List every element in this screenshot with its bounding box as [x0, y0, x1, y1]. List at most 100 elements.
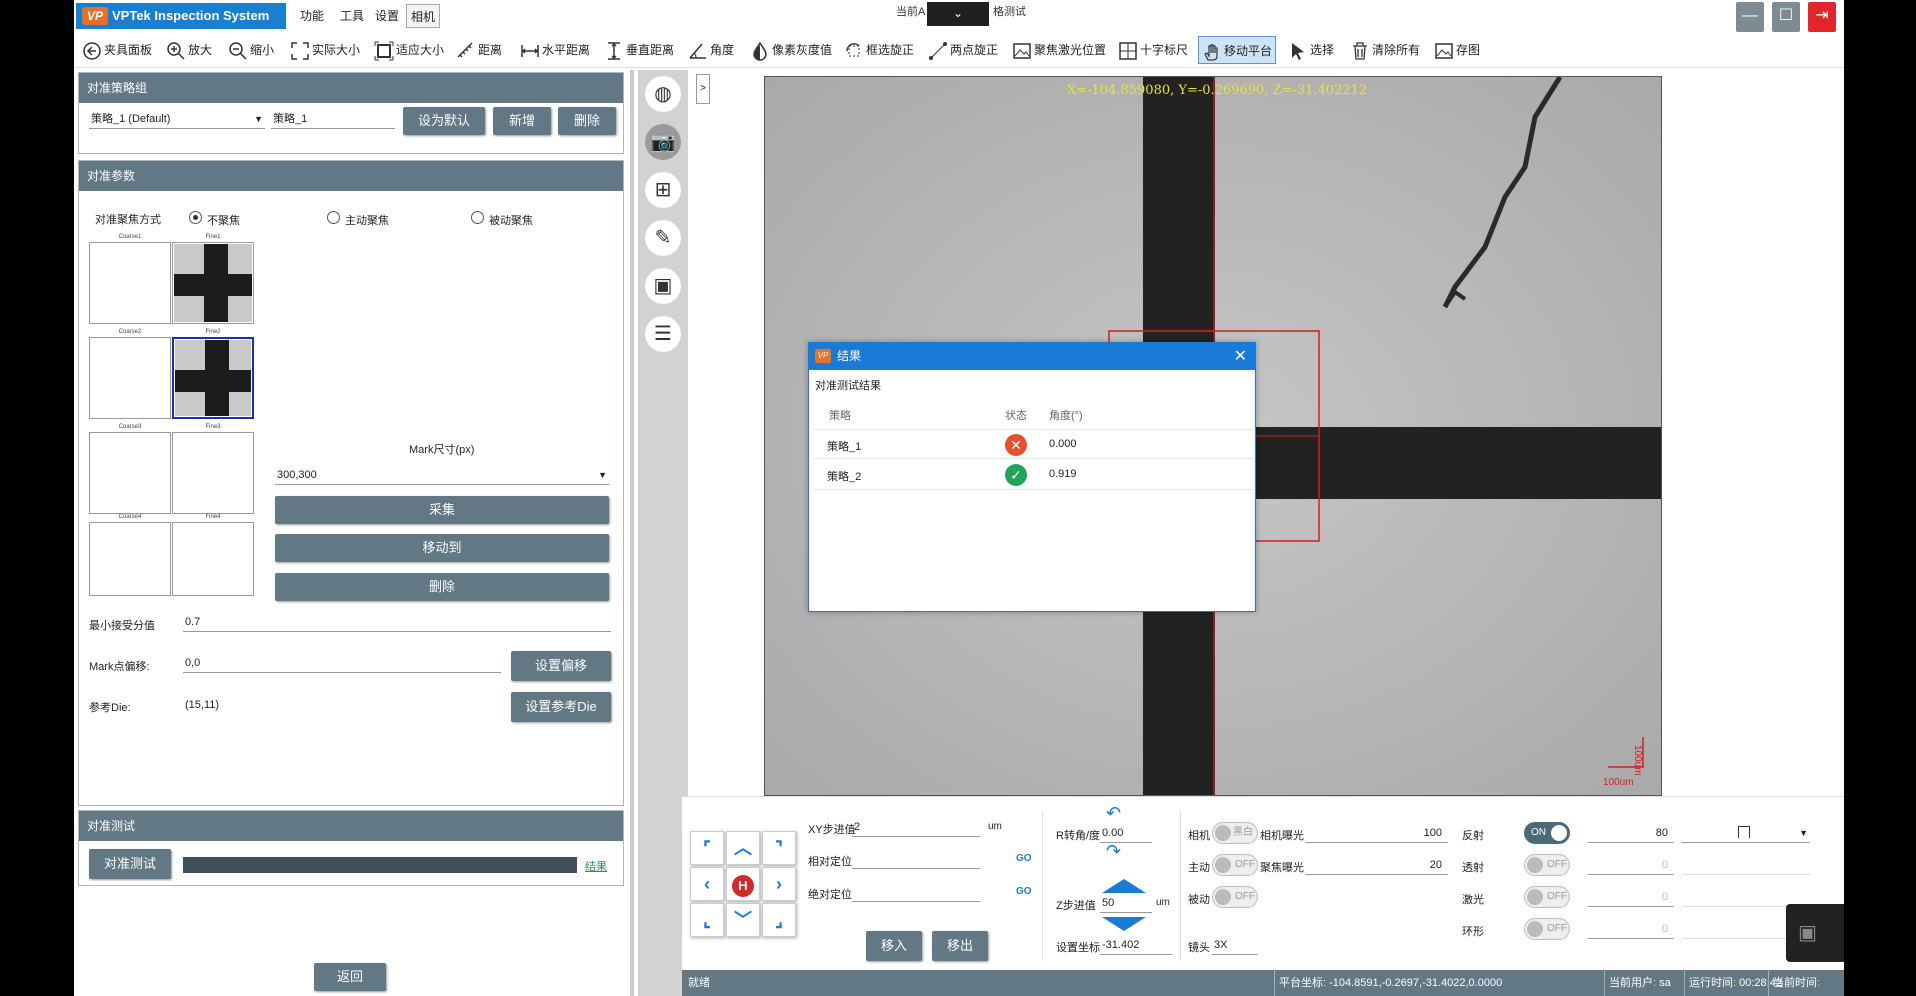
select-button[interactable]: 选择: [1288, 36, 1334, 64]
fine2-mark[interactable]: [172, 337, 254, 419]
camera-color-toggle[interactable]: 黑白: [1212, 822, 1258, 844]
focus-exposure-input[interactable]: 20: [1306, 855, 1448, 875]
reflect-value[interactable]: 80: [1588, 823, 1674, 843]
move-down-left-button[interactable]: ⌞: [690, 903, 724, 937]
delete-mark-button[interactable]: 删除: [275, 573, 609, 601]
min-score-input[interactable]: 0.7: [183, 612, 611, 632]
vertical-distance-button[interactable]: 垂直距离: [604, 36, 674, 64]
coarse4-mark[interactable]: [89, 522, 171, 596]
set-ref-die-button[interactable]: 设置参考Die: [511, 692, 611, 722]
two-point-rotate-button[interactable]: 两点旋正: [928, 36, 998, 64]
laser-value[interactable]: 0: [1588, 887, 1674, 907]
ring-value[interactable]: 0: [1588, 919, 1674, 939]
horizontal-distance-button[interactable]: 水平距离: [520, 36, 590, 64]
grid-sphere-icon[interactable]: ◍: [645, 76, 681, 112]
z-up-icon[interactable]: [1102, 879, 1146, 893]
exit-button[interactable]: ⇥: [1808, 2, 1836, 32]
z-step-input[interactable]: 50: [1100, 893, 1152, 913]
cross-ruler-button[interactable]: 十字标尺: [1118, 36, 1188, 64]
image-gallery-icon[interactable]: ▣: [645, 268, 681, 304]
coarse1-mark[interactable]: [89, 242, 171, 324]
transmit-value[interactable]: 0: [1588, 855, 1674, 875]
table-row[interactable]: 策略_1 ✕ 0.000: [813, 429, 1253, 459]
move-in-button[interactable]: 移入: [866, 931, 922, 961]
rotate-ccw-icon[interactable]: ↶: [1106, 803, 1121, 824]
focus-laser-button[interactable]: 聚焦激光位置: [1012, 36, 1106, 64]
delete-strategy-button[interactable]: 删除: [558, 107, 616, 135]
radio-no-focus[interactable]: [189, 211, 202, 224]
home-button[interactable]: H: [726, 867, 760, 901]
ring-toggle[interactable]: OFF: [1524, 918, 1570, 940]
mark-size-select[interactable]: 300,300 ▼: [275, 465, 609, 485]
clear-all-button[interactable]: 清除所有: [1350, 36, 1420, 64]
move-right-button[interactable]: ›: [762, 867, 796, 901]
fine4-mark[interactable]: [172, 522, 254, 596]
radio-active-focus[interactable]: [327, 211, 340, 224]
box-rotate-button[interactable]: 框选旋正: [844, 36, 914, 64]
menu-settings[interactable]: 设置: [371, 4, 403, 28]
menu-camera[interactable]: 相机: [406, 4, 441, 28]
camera-exposure-input[interactable]: 100: [1306, 823, 1448, 843]
set-offset-button[interactable]: 设置偏移: [511, 651, 611, 681]
passive-focus-toggle[interactable]: OFF: [1212, 886, 1258, 908]
expand-button[interactable]: >: [696, 74, 710, 104]
lens-select[interactable]: 3X: [1212, 935, 1258, 955]
wafer-map-icon[interactable]: ⊞: [645, 172, 681, 208]
angle-button[interactable]: 角度: [688, 36, 734, 64]
go-relative-button[interactable]: GO: [1016, 853, 1032, 864]
move-left-button[interactable]: ‹: [690, 867, 724, 901]
move-to-button[interactable]: 移动到: [275, 534, 609, 562]
move-platform-button[interactable]: 移动平台: [1198, 36, 1277, 64]
go-absolute-button[interactable]: GO: [1016, 886, 1032, 897]
move-down-button[interactable]: ﹀: [726, 903, 760, 937]
pixel-gray-button[interactable]: 像素灰度值: [750, 36, 832, 64]
relative-position-input[interactable]: [852, 849, 980, 869]
menu-function[interactable]: 功能: [296, 4, 328, 28]
save-image-button[interactable]: 存图: [1434, 36, 1480, 64]
maximize-button[interactable]: ☐: [1772, 2, 1800, 32]
reflect-mode-select[interactable]: ▼: [1682, 823, 1810, 843]
user-dropdown[interactable]: ⌄: [927, 2, 989, 26]
radio-passive-focus[interactable]: [471, 211, 484, 224]
actual-size-button[interactable]: 实际大小: [290, 36, 360, 64]
fixture-panel-button[interactable]: 夹具面板: [82, 36, 152, 64]
zoom-out-button[interactable]: 缩小: [228, 36, 274, 64]
coarse3-mark[interactable]: [89, 432, 171, 514]
close-icon[interactable]: ✕: [1234, 343, 1247, 370]
set-coord-input[interactable]: -31.402: [1100, 935, 1172, 955]
laser-toggle[interactable]: OFF: [1524, 886, 1570, 908]
transmit-mode-select[interactable]: [1682, 855, 1810, 875]
xy-step-input[interactable]: 2: [852, 817, 980, 837]
move-up-left-button[interactable]: ⌜: [690, 831, 724, 865]
back-button[interactable]: 返回: [314, 963, 386, 991]
distance-button[interactable]: 距离: [456, 36, 502, 64]
r-angle-input[interactable]: 0.00: [1100, 823, 1152, 843]
absolute-position-input[interactable]: [852, 882, 980, 902]
floating-panel-handle[interactable]: ▣: [1786, 904, 1844, 962]
z-down-icon[interactable]: [1102, 917, 1146, 931]
capture-button[interactable]: 采集: [275, 496, 609, 524]
ruler-tools-icon[interactable]: ✎: [645, 220, 681, 256]
add-strategy-button[interactable]: 新增: [493, 107, 551, 135]
active-focus-toggle[interactable]: OFF: [1212, 854, 1258, 876]
camera-icon[interactable]: 📷: [645, 124, 681, 160]
set-default-button[interactable]: 设为默认: [403, 107, 485, 135]
strategy-select[interactable]: 策略_1 (Default) ▼: [89, 109, 265, 129]
menu-tools[interactable]: 工具: [336, 4, 368, 28]
fine1-mark[interactable]: [172, 242, 254, 324]
table-row[interactable]: 策略_2 ✓ 0.919: [813, 460, 1253, 490]
strategy-name-input[interactable]: 策略_1: [271, 109, 395, 129]
move-out-button[interactable]: 移出: [932, 931, 988, 961]
rotate-cw-icon[interactable]: ↷: [1106, 841, 1121, 862]
checklist-icon[interactable]: ☰: [645, 316, 681, 352]
alignment-test-button[interactable]: 对准测试: [89, 849, 171, 879]
fine3-mark[interactable]: [172, 432, 254, 514]
move-up-button[interactable]: ︿: [726, 831, 760, 865]
move-down-right-button[interactable]: ⌟: [762, 903, 796, 937]
result-link[interactable]: 结果: [585, 858, 607, 874]
coarse2-mark[interactable]: [89, 337, 171, 419]
zoom-in-button[interactable]: 放大: [166, 36, 212, 64]
offset-input[interactable]: 0,0: [183, 653, 501, 673]
reflect-toggle[interactable]: ON: [1524, 822, 1570, 844]
minimize-button[interactable]: —: [1736, 2, 1764, 32]
